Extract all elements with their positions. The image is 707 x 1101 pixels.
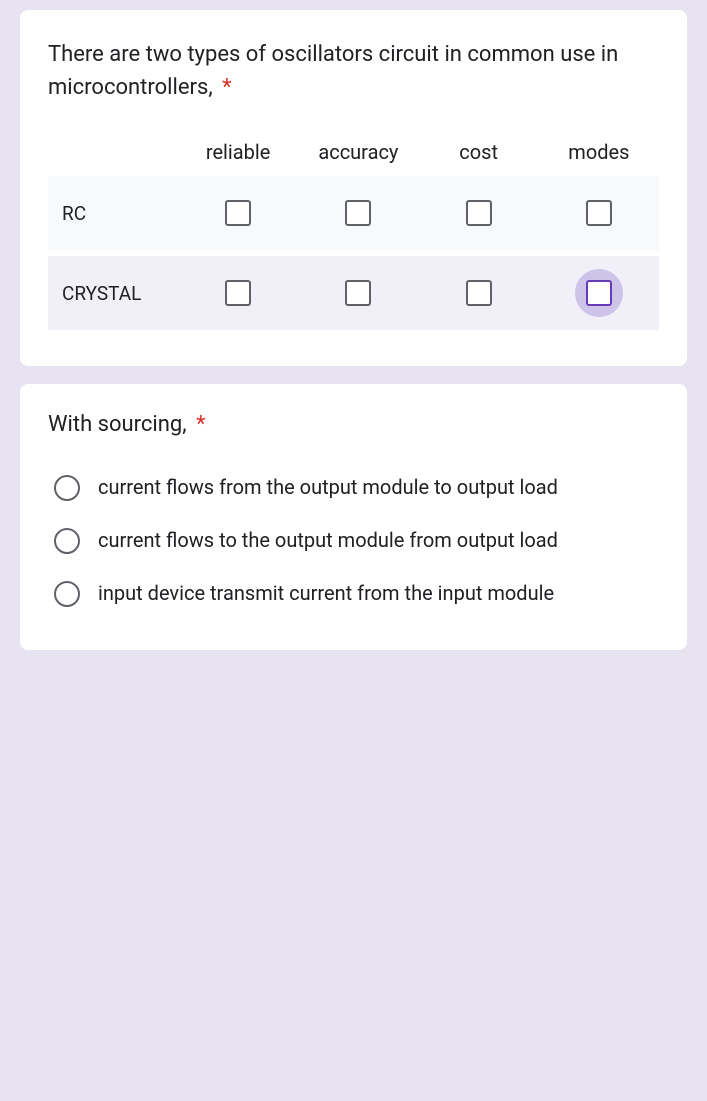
- radio-label-2: input device transmit current from the i…: [98, 579, 554, 608]
- checkbox-crystal-accuracy[interactable]: [345, 280, 371, 306]
- radio-input-2[interactable]: [54, 581, 80, 607]
- grid-row-rc: RC: [48, 176, 659, 250]
- checkbox-rc-accuracy[interactable]: [345, 200, 371, 226]
- cell-crystal-reliable: [178, 280, 298, 306]
- row-label-rc: RC: [48, 202, 178, 225]
- required-indicator: *: [196, 412, 205, 437]
- question-text: There are two types of oscillators circu…: [48, 42, 618, 100]
- checkbox-crystal-reliable[interactable]: [225, 280, 251, 306]
- checkbox-rc-cost[interactable]: [466, 200, 492, 226]
- grid-cells-rc: [178, 200, 659, 226]
- radio-label-1: current flows to the output module from …: [98, 526, 558, 555]
- question-card-oscillators: There are two types of oscillators circu…: [20, 10, 687, 366]
- checkbox-crystal-cost[interactable]: [466, 280, 492, 306]
- checkbox-halo: [586, 280, 612, 306]
- checkbox-crystal-modes[interactable]: [586, 280, 612, 306]
- radio-option-1[interactable]: current flows to the output module from …: [48, 514, 659, 567]
- radio-option-0[interactable]: current flows from the output module to …: [48, 461, 659, 514]
- grid-row-crystal: CRYSTAL: [48, 256, 659, 330]
- radio-option-2[interactable]: input device transmit current from the i…: [48, 567, 659, 620]
- grid-cells-crystal: [178, 280, 659, 306]
- col-header-accuracy: accuracy: [298, 140, 418, 164]
- col-header-cost: cost: [419, 140, 539, 164]
- checkbox-rc-modes[interactable]: [586, 200, 612, 226]
- cell-rc-reliable: [178, 200, 298, 226]
- checkbox-rc-reliable[interactable]: [225, 200, 251, 226]
- radio-label-0: current flows from the output module to …: [98, 473, 558, 502]
- question-title: With sourcing, *: [48, 412, 659, 437]
- col-header-reliable: reliable: [178, 140, 298, 164]
- question-card-sourcing: With sourcing, * current flows from the …: [20, 384, 687, 650]
- cell-crystal-cost: [419, 280, 539, 306]
- checkbox-grid: reliable accuracy cost modes RC: [48, 128, 659, 330]
- row-label-crystal: CRYSTAL: [48, 282, 178, 305]
- question-title: There are two types of oscillators circu…: [48, 38, 659, 104]
- radio-input-0[interactable]: [54, 475, 80, 501]
- col-header-modes: modes: [539, 140, 659, 164]
- cell-rc-accuracy: [298, 200, 418, 226]
- question-text: With sourcing,: [48, 412, 187, 437]
- cell-crystal-modes: [539, 280, 659, 306]
- cell-rc-cost: [419, 200, 539, 226]
- cell-rc-modes: [539, 200, 659, 226]
- grid-header-cells: reliable accuracy cost modes: [178, 140, 659, 164]
- grid-header-row: reliable accuracy cost modes: [48, 128, 659, 176]
- required-indicator: *: [222, 75, 231, 100]
- radio-input-1[interactable]: [54, 528, 80, 554]
- cell-crystal-accuracy: [298, 280, 418, 306]
